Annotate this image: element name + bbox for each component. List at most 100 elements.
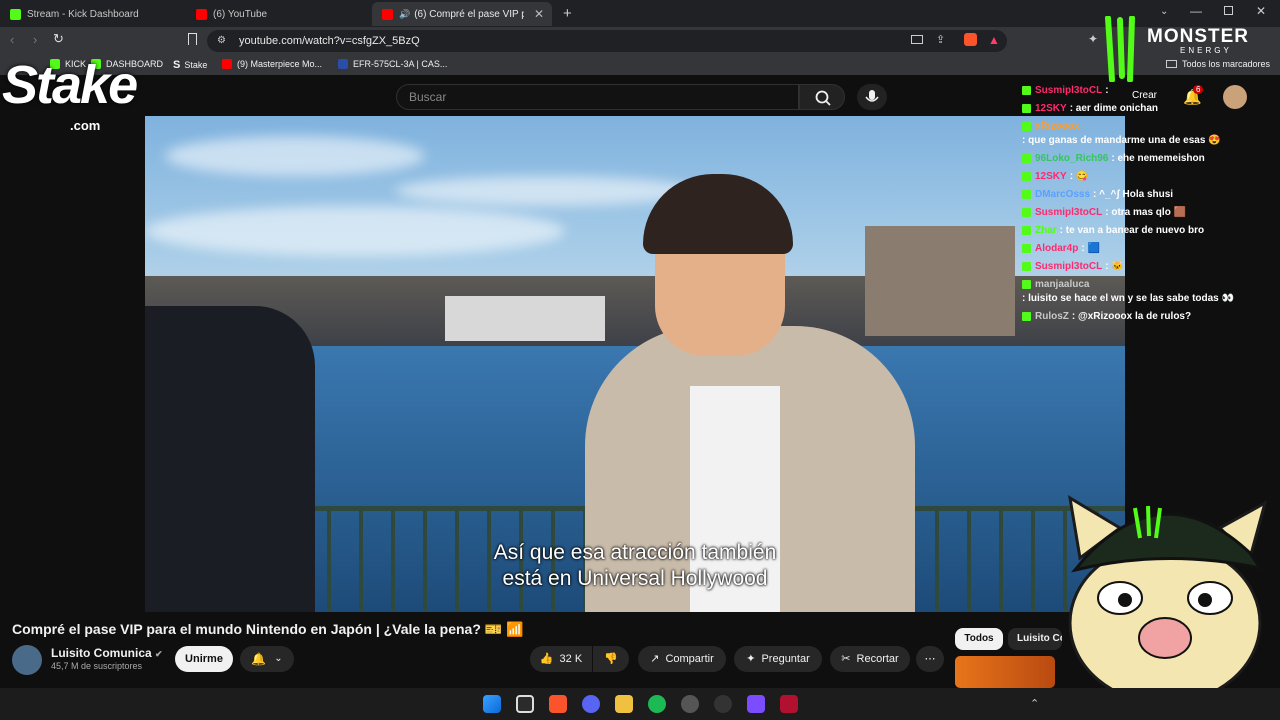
subtitle-line: Así que esa atracción también <box>493 541 777 564</box>
chat-username[interactable]: Susmipl3toCL <box>1035 84 1102 98</box>
bookmark-label: EFR-575CL-3A | CAS... <box>353 59 448 69</box>
channel-avatar[interactable] <box>12 645 42 675</box>
chat-text: : ehe nememeishon <box>1111 153 1205 164</box>
windows-start-icon[interactable] <box>483 695 501 713</box>
chat-text: : otra mas qlo 🟫 <box>1105 207 1187 218</box>
launcher-icon[interactable] <box>747 695 765 713</box>
extensions-icon[interactable]: ✦ <box>1088 32 1098 46</box>
tab-label: Stream - Kick Dashboard <box>27 8 139 20</box>
join-label: Unirme <box>185 653 223 665</box>
ask-button[interactable]: ✦ Preguntar <box>734 646 822 672</box>
more-actions-button[interactable]: ⋯ <box>916 646 944 672</box>
cast-icon[interactable] <box>911 35 923 44</box>
bookmark-label: Todos los marcadores <box>1182 59 1271 69</box>
like-button[interactable]: 👍 32 K <box>530 646 592 672</box>
join-button[interactable]: Unirme <box>175 646 233 672</box>
back-button[interactable]: ‹ <box>10 32 14 47</box>
thumbs-down-icon: 👎 <box>604 653 618 665</box>
energy-wordmark: ENERGY <box>1180 46 1232 55</box>
tab-video-active[interactable]: 🔊 (6) Compré el pase VIP para el ✕ <box>372 2 552 26</box>
kick-badge-icon <box>1022 104 1031 113</box>
new-tab-button[interactable]: + <box>563 5 572 22</box>
chat-message: Susmipl3toCL: otra mas qlo 🟫 <box>1022 206 1250 220</box>
subtitle-line: está en Universal Hollywood <box>502 567 768 590</box>
castle-building <box>865 226 1015 336</box>
chat-username[interactable]: 12SKY <box>1035 102 1067 116</box>
app-icon[interactable] <box>714 695 732 713</box>
bookmark-icon[interactable] <box>188 33 197 45</box>
spotify-icon[interactable] <box>648 695 666 713</box>
tab-search-icon[interactable]: ⌄ <box>1160 6 1168 17</box>
reload-button[interactable]: ↻ <box>53 31 64 47</box>
site-info-icon[interactable]: ⚙ <box>217 35 226 46</box>
share-button[interactable]: ↗ Compartir <box>638 646 726 672</box>
share-page-icon[interactable]: ⇪ <box>936 33 945 46</box>
monster-wordmark: MONSTER <box>1147 26 1249 47</box>
cloud <box>145 206 565 256</box>
chat-message: 96Loko_Rich96: ehe nememeishon <box>1022 152 1250 166</box>
forward-button[interactable]: › <box>33 32 37 47</box>
bookmark-stake[interactable]: S Stake <box>173 59 207 71</box>
bookmark-masterpiece[interactable]: (9) Masterpiece Mo... <box>222 59 322 69</box>
obs-icon[interactable] <box>681 695 699 713</box>
voice-search-button[interactable] <box>857 84 887 110</box>
subscribe-notification-button[interactable]: 🔔 ⌄ <box>240 646 294 672</box>
kick-icon <box>10 8 21 20</box>
stake-icon: S <box>173 59 181 71</box>
task-view-icon[interactable] <box>516 695 534 713</box>
channel-name-text: Luisito Comunica <box>51 646 152 660</box>
kick-badge-icon <box>1022 262 1031 271</box>
search-icon <box>815 90 831 106</box>
chat-text: : 🟦 <box>1081 243 1100 254</box>
all-bookmarks[interactable]: Todos los marcadores <box>1166 59 1270 69</box>
tab-youtube[interactable]: (6) YouTube <box>186 2 372 26</box>
tab-kick-dashboard[interactable]: Stream - Kick Dashboard <box>0 2 186 26</box>
chat-username[interactable]: manjaaluca <box>1035 278 1089 292</box>
url-text: youtube.com/watch?v=csfgZX_5BzQ <box>239 35 420 47</box>
brave-browser-icon[interactable] <box>549 695 567 713</box>
chat-username[interactable]: xRizooox <box>1035 120 1079 134</box>
file-explorer-icon[interactable] <box>615 695 633 713</box>
thumbs-up-icon: 👍 <box>539 653 554 665</box>
stake-logo: Stake <box>2 55 138 115</box>
recommended-thumbnail[interactable] <box>955 656 1055 688</box>
chat-text: : ^_^ʃ Hola shusi <box>1093 189 1174 200</box>
chat-username[interactable]: DMarcOsss <box>1035 188 1090 202</box>
chat-username[interactable]: Zhar <box>1035 224 1057 238</box>
address-bar[interactable]: youtube.com/watch?v=csfgZX_5BzQ <box>207 30 1007 52</box>
discord-icon[interactable] <box>582 695 600 713</box>
search-input[interactable]: Buscar <box>396 84 799 110</box>
clip-button[interactable]: ✂ Recortar <box>830 646 910 672</box>
chip-all[interactable]: Todos <box>955 628 1003 650</box>
chat-username[interactable]: 96Loko_Rich96 <box>1035 152 1108 166</box>
brave-shields-icon[interactable] <box>964 33 977 46</box>
chat-text: : @xRizooox la de rulos? <box>1071 311 1192 322</box>
maximize-button[interactable] <box>1224 6 1233 15</box>
channel-name[interactable]: Luisito Comunica ✔ <box>51 646 163 660</box>
bell-icon: 🔔 <box>251 652 267 666</box>
chat-message: xRizooox: que ganas de mandarme una de e… <box>1022 120 1250 148</box>
scissors-icon: ✂ <box>841 653 851 665</box>
kick-badge-icon <box>1022 244 1031 253</box>
close-tab-icon[interactable]: ✕ <box>534 7 544 21</box>
video-player[interactable] <box>145 116 1125 612</box>
video-title: Compré el pase VIP para el mundo Nintend… <box>12 621 524 637</box>
dislike-button[interactable]: 👎 <box>593 646 629 672</box>
game-icon[interactable] <box>780 695 798 713</box>
chat-username[interactable]: 12SKY <box>1035 170 1067 184</box>
chat-text: : te van a banear de nuevo bro <box>1059 225 1205 236</box>
chat-username[interactable]: RulosZ <box>1035 310 1069 324</box>
chat-message: Susmipl3toCL: 🐱 <box>1022 260 1250 274</box>
folder-icon <box>1166 60 1177 68</box>
bookmark-casio[interactable]: EFR-575CL-3A | CAS... <box>338 59 447 69</box>
chat-username[interactable]: Susmipl3toCL <box>1035 260 1102 274</box>
chat-username[interactable]: Susmipl3toCL <box>1035 206 1102 220</box>
close-window-button[interactable]: ✕ <box>1256 4 1266 18</box>
search-button[interactable] <box>799 84 845 110</box>
like-count: 32 K <box>559 653 583 665</box>
tray-chevron-icon[interactable]: ⌃ <box>1030 697 1039 710</box>
chat-message: DMarcOsss: ^_^ʃ Hola shusi <box>1022 188 1250 202</box>
chat-username[interactable]: Alodar4p <box>1035 242 1078 256</box>
minimize-button[interactable]: — <box>1190 4 1202 18</box>
brave-rewards-icon[interactable]: ▲ <box>988 33 1000 47</box>
